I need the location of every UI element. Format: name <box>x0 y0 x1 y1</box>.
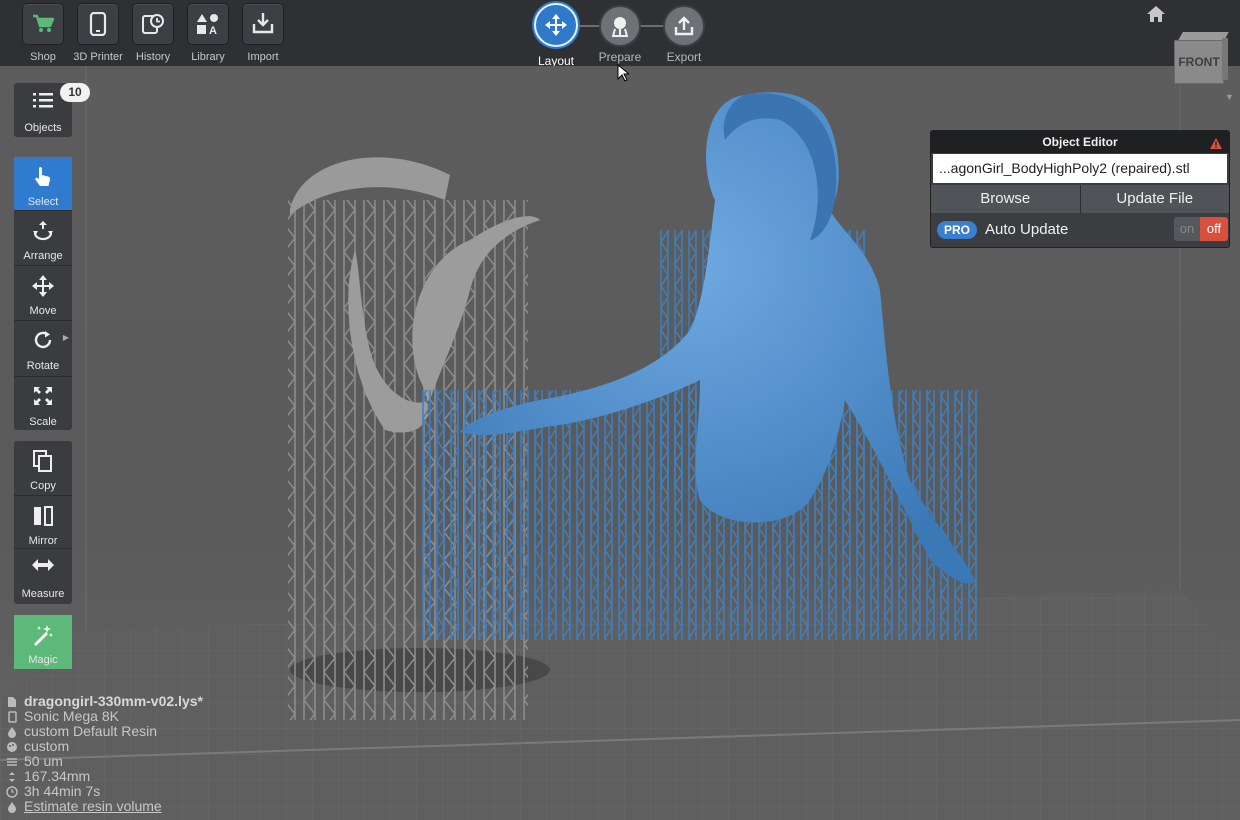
magic-tool[interactable]: Magic <box>14 615 72 669</box>
rotate-tool[interactable]: Rotate ▶ <box>14 321 72 377</box>
mirror-icon <box>34 506 53 526</box>
view-cube[interactable]: FRONT <box>1170 30 1229 84</box>
edit-tools: Copy Mirror Measure <box>14 441 72 604</box>
view-cube-front[interactable]: FRONT <box>1174 40 1224 84</box>
phone-printer-icon <box>89 12 107 36</box>
home-icon <box>1147 6 1165 22</box>
estimate-row: Estimate resin volume <box>6 799 203 814</box>
import-icon <box>252 13 274 34</box>
shapes-icon: A <box>197 14 218 35</box>
chevron-right-icon[interactable]: ▶ <box>63 333 69 342</box>
palette-icon <box>6 741 18 753</box>
scale-tool[interactable]: Scale <box>14 377 72 430</box>
auto-update-toggle[interactable]: on off <box>1174 217 1228 241</box>
object-count-badge: 10 <box>60 83 90 102</box>
project-row: dragongirl-330mm-v02.lys* <box>6 694 203 709</box>
shop-button[interactable]: Shop <box>21 3 65 63</box>
workflow-prepare[interactable]: Prepare <box>598 5 642 64</box>
update-file-button[interactable]: Update File <box>1080 185 1229 213</box>
history-icon <box>142 14 164 34</box>
droplet-icon <box>6 801 18 813</box>
mirror-tool[interactable]: Mirror <box>14 496 72 549</box>
auto-update-row: PRO Auto Update on off <box>931 215 1229 245</box>
arrange-icon <box>33 221 53 241</box>
library-button[interactable]: A Library <box>186 3 230 63</box>
rotate-icon <box>34 331 52 349</box>
move-tool[interactable]: Move <box>14 266 72 321</box>
arrange-tool[interactable]: Arrange <box>14 211 72 266</box>
transform-tools: Select Arrange Move Rotate ▶ Scale <box>14 157 72 430</box>
toggle-off[interactable]: off <box>1200 217 1228 241</box>
export-icon <box>674 16 694 36</box>
layers-icon <box>6 756 18 768</box>
mouse-cursor-icon <box>617 64 629 82</box>
clock-icon <box>6 785 18 798</box>
magic-group: Magic <box>14 615 72 669</box>
magic-wand-icon <box>34 625 53 646</box>
top-toolbar: Shop 3D Printer History A Library Import… <box>0 0 1240 68</box>
droplet-icon <box>6 726 18 738</box>
supports-icon <box>612 17 628 37</box>
toggle-on[interactable]: on <box>1174 217 1200 241</box>
object-editor-panel: Object Editor ...agonGirl_BodyHighPoly2 … <box>930 130 1230 248</box>
object-editor-title: Object Editor <box>931 131 1229 153</box>
auto-update-label: Auto Update <box>985 221 1069 238</box>
height-icon <box>6 771 18 783</box>
history-button[interactable]: History <box>131 3 175 63</box>
copy-tool[interactable]: Copy <box>14 441 72 496</box>
import-button[interactable]: Import <box>241 3 285 63</box>
move-arrows-icon <box>545 14 567 36</box>
cart-icon <box>33 14 55 32</box>
resin-row: custom Default Resin <box>6 724 203 739</box>
svg-text:A: A <box>209 25 217 35</box>
select-tool[interactable]: Select <box>14 157 72 211</box>
workflow-layout[interactable]: Layout <box>534 3 578 68</box>
profile-row: custom <box>6 739 203 754</box>
hand-pointer-icon <box>35 167 51 186</box>
home-button[interactable] <box>1146 5 1166 28</box>
pro-badge: PRO <box>937 221 977 239</box>
filename-field[interactable]: ...agonGirl_BodyHighPoly2 (repaired).stl <box>933 154 1227 183</box>
copy-icon <box>33 450 52 472</box>
workflow-export[interactable]: Export <box>662 5 706 64</box>
height-row: 167.34mm <box>6 769 203 784</box>
estimate-resin-link[interactable]: Estimate resin volume <box>24 799 162 814</box>
printer-row: Sonic Mega 8K <box>6 709 203 724</box>
layer-row: 50 um <box>6 754 203 769</box>
printer-icon <box>6 710 18 723</box>
list-icon <box>33 93 53 108</box>
file-icon <box>6 696 18 708</box>
printer-button[interactable]: 3D Printer <box>73 3 123 63</box>
time-row: 3h 44min 7s <box>6 784 203 799</box>
measure-tool[interactable]: Measure <box>14 549 72 604</box>
browse-button[interactable]: Browse <box>931 185 1081 213</box>
print-info-panel: dragongirl-330mm-v02.lys* Sonic Mega 8K … <box>6 694 203 814</box>
warning-icon <box>1209 135 1223 157</box>
chevron-down-icon[interactable]: ▼ <box>1225 92 1234 102</box>
move-arrows-icon <box>32 275 54 297</box>
measure-icon <box>32 559 54 571</box>
scale-icon <box>34 387 52 405</box>
